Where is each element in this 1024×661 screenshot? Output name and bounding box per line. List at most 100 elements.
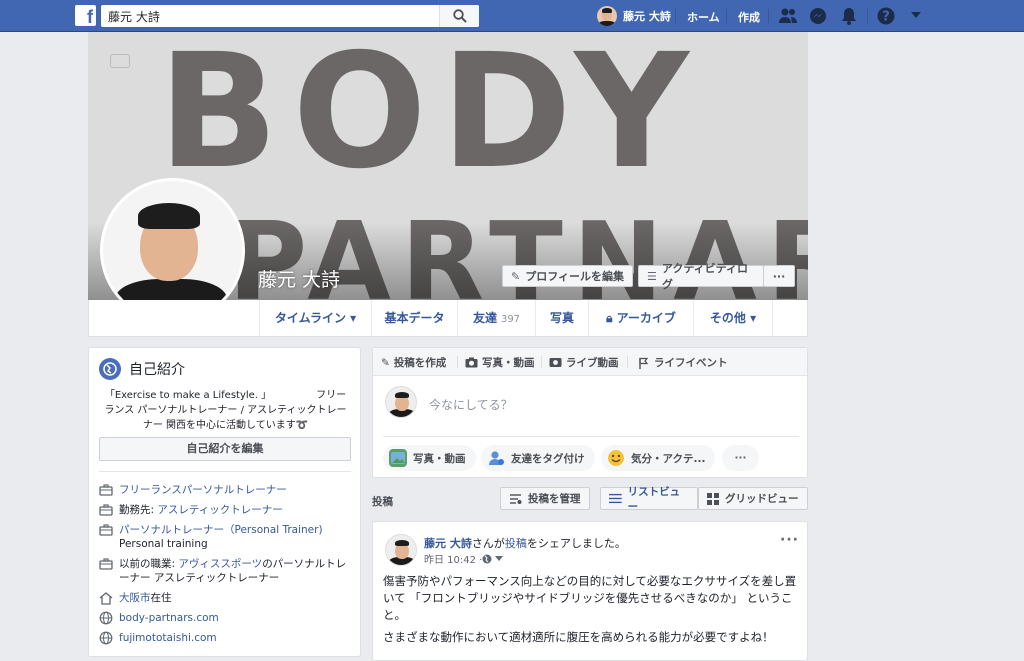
intro-header: 自己紹介 bbox=[99, 358, 185, 380]
posts-label: 投稿 bbox=[372, 496, 393, 508]
live-video-label: ライブ動画 bbox=[566, 357, 619, 369]
facebook-logo[interactable]: f bbox=[75, 5, 96, 26]
briefcase-icon bbox=[99, 504, 113, 516]
life-event-tab[interactable]: ライフイベント bbox=[638, 355, 728, 370]
briefcase-icon bbox=[99, 484, 113, 496]
website-link[interactable]: fujimototaishi.com bbox=[119, 631, 217, 645]
briefcase-icon bbox=[99, 524, 113, 536]
camera-icon[interactable] bbox=[110, 54, 130, 68]
pencil-icon: ✎ bbox=[511, 269, 521, 283]
search-button[interactable] bbox=[439, 5, 479, 27]
post-timestamp[interactable]: 昨日 10:42 · bbox=[424, 551, 504, 566]
search-input[interactable] bbox=[101, 5, 431, 27]
post-action-prefix: さんが bbox=[471, 537, 505, 550]
city-suffix: 在住 bbox=[150, 592, 172, 604]
list-view-button[interactable]: リストビュー bbox=[600, 486, 698, 513]
life-event-label: ライフイベント bbox=[654, 357, 728, 369]
svg-text:?: ? bbox=[882, 10, 890, 25]
chevron-down-icon[interactable] bbox=[495, 555, 504, 562]
list-icon bbox=[609, 493, 622, 504]
intro-info-list: フリーランスパーソナルトレーナー 勤務先: アスレティックトレーナー パーソナル… bbox=[99, 483, 354, 651]
city-link[interactable]: 大阪市 bbox=[119, 592, 151, 604]
shared-post-link[interactable]: 投稿 bbox=[505, 537, 527, 550]
post-header: 藤元 大詩さんが投稿をシェアしました。 bbox=[424, 535, 626, 551]
smiley-icon bbox=[607, 449, 625, 467]
create-post-tab[interactable]: ✎ 投稿を作成 bbox=[381, 355, 446, 370]
manage-posts-button[interactable]: 投稿を管理 bbox=[500, 487, 590, 510]
manage-icon bbox=[510, 493, 522, 504]
intro-card: 自己紹介 「Exercise to make a Lifestyle. 」 フリ… bbox=[88, 347, 361, 657]
live-video-tab[interactable]: ライブ動画 bbox=[549, 355, 619, 370]
nav-avatar bbox=[597, 6, 617, 26]
tab-about[interactable]: 基本データ bbox=[371, 300, 457, 336]
employer-link[interactable]: アスレティックトレーナー bbox=[157, 504, 282, 516]
work-link[interactable]: フリーランスパーソナルトレーナー bbox=[119, 483, 287, 497]
nav-separator bbox=[867, 9, 868, 23]
list-icon: ☰ bbox=[647, 269, 657, 283]
activity-log-button[interactable]: ☰ アクティビティログ bbox=[638, 262, 764, 291]
job-link[interactable]: パーソナルトレーナー（Personal Trainer) bbox=[119, 524, 323, 536]
website-link[interactable]: body-partnars.com bbox=[119, 611, 219, 625]
post-paragraph: 傷害予防やパフォーマンス向上などの目的に対して必要なエクササイズを差し置いて 「… bbox=[383, 574, 797, 622]
list-item: フリーランスパーソナルトレーナー bbox=[99, 483, 354, 497]
camera-icon bbox=[465, 357, 478, 368]
globe-icon bbox=[99, 631, 113, 645]
post-more-button[interactable]: ··· bbox=[780, 532, 799, 548]
friends-icon[interactable] bbox=[778, 7, 798, 25]
tab-timeline[interactable]: タイムライン ▾ bbox=[259, 300, 371, 336]
pencil-icon: ✎ bbox=[381, 356, 390, 369]
previous-job-prefix: 以前の職業: bbox=[119, 558, 179, 570]
post-author-avatar[interactable] bbox=[385, 534, 417, 566]
list-item: fujimototaishi.com bbox=[99, 631, 354, 645]
help-icon[interactable]: ? bbox=[877, 7, 895, 25]
photo-video-tab[interactable]: 写真・動画 bbox=[465, 355, 535, 370]
briefcase-icon bbox=[99, 558, 113, 570]
nav-separator bbox=[675, 9, 676, 23]
list-item: body-partnars.com bbox=[99, 611, 354, 625]
activity-log-label: アクティビティログ bbox=[661, 262, 749, 291]
feeling-pill[interactable]: 気分・アクテ... bbox=[601, 445, 716, 471]
photo-video-label: 写真・動画 bbox=[482, 357, 535, 369]
home-icon bbox=[99, 592, 113, 605]
tab-friends[interactable]: 友達 397 bbox=[457, 300, 535, 336]
search-icon bbox=[453, 9, 467, 23]
divider bbox=[457, 356, 458, 368]
tag-friends-icon bbox=[487, 449, 505, 467]
feeling-pill-label: 気分・アクテ... bbox=[631, 452, 706, 465]
caret-down-icon[interactable] bbox=[911, 12, 921, 19]
create-post-label: 投稿を作成 bbox=[393, 357, 447, 369]
cover-more-button[interactable]: ··· bbox=[763, 265, 795, 287]
tab-archive-label: アーカイブ bbox=[616, 311, 676, 325]
edit-bio-button[interactable]: 自己紹介を編集 bbox=[99, 437, 351, 461]
bell-icon[interactable] bbox=[841, 7, 857, 25]
nav-user-name: 藤元 大詩 bbox=[623, 10, 671, 23]
grid-view-button[interactable]: グリッドビュー bbox=[698, 487, 808, 510]
nav-profile-link[interactable]: 藤元 大詩 bbox=[597, 6, 671, 26]
nav-separator bbox=[726, 9, 727, 23]
home-link[interactable]: ホーム bbox=[687, 9, 720, 25]
previous-employer-link[interactable]: アヴィススポーツ bbox=[178, 558, 262, 570]
grid-icon bbox=[707, 492, 719, 505]
list-item: 勤務先: アスレティックトレーナー bbox=[99, 503, 354, 517]
search-box[interactable] bbox=[101, 5, 479, 27]
post-author-link[interactable]: 藤元 大詩 bbox=[424, 537, 472, 550]
messenger-icon[interactable] bbox=[809, 7, 827, 25]
friends-count: 397 bbox=[500, 314, 521, 325]
tab-friends-label: 友達 bbox=[472, 311, 497, 325]
flag-icon bbox=[639, 357, 649, 369]
photo-video-pill[interactable]: 写真・動画 bbox=[383, 445, 476, 471]
globe-icon[interactable] bbox=[482, 554, 492, 564]
create-link[interactable]: 作成 bbox=[738, 9, 760, 25]
tab-photos[interactable]: 写真 bbox=[535, 300, 588, 336]
tab-more[interactable]: その他 ▾ bbox=[693, 300, 773, 336]
profile-name[interactable]: 藤元 大詩 bbox=[258, 265, 340, 292]
list-item: パーソナルトレーナー（Personal Trainer) Personal tra… bbox=[99, 523, 354, 551]
composer-more-button[interactable]: ··· bbox=[722, 445, 759, 471]
profile-tabs: タイムライン ▾ 基本データ 友達 397 写真 🔒︎ アーカイブ その他 ▾ bbox=[88, 300, 808, 337]
lock-icon: 🔒︎ bbox=[606, 311, 613, 325]
tab-archive[interactable]: 🔒︎ アーカイブ bbox=[588, 300, 693, 336]
divider bbox=[383, 436, 799, 437]
tag-friends-pill[interactable]: 友達をタグ付け bbox=[481, 445, 595, 471]
edit-profile-button[interactable]: ✎ プロフィールを編集 bbox=[502, 265, 633, 287]
composer-input[interactable]: 今なにしてる？ bbox=[429, 396, 513, 413]
